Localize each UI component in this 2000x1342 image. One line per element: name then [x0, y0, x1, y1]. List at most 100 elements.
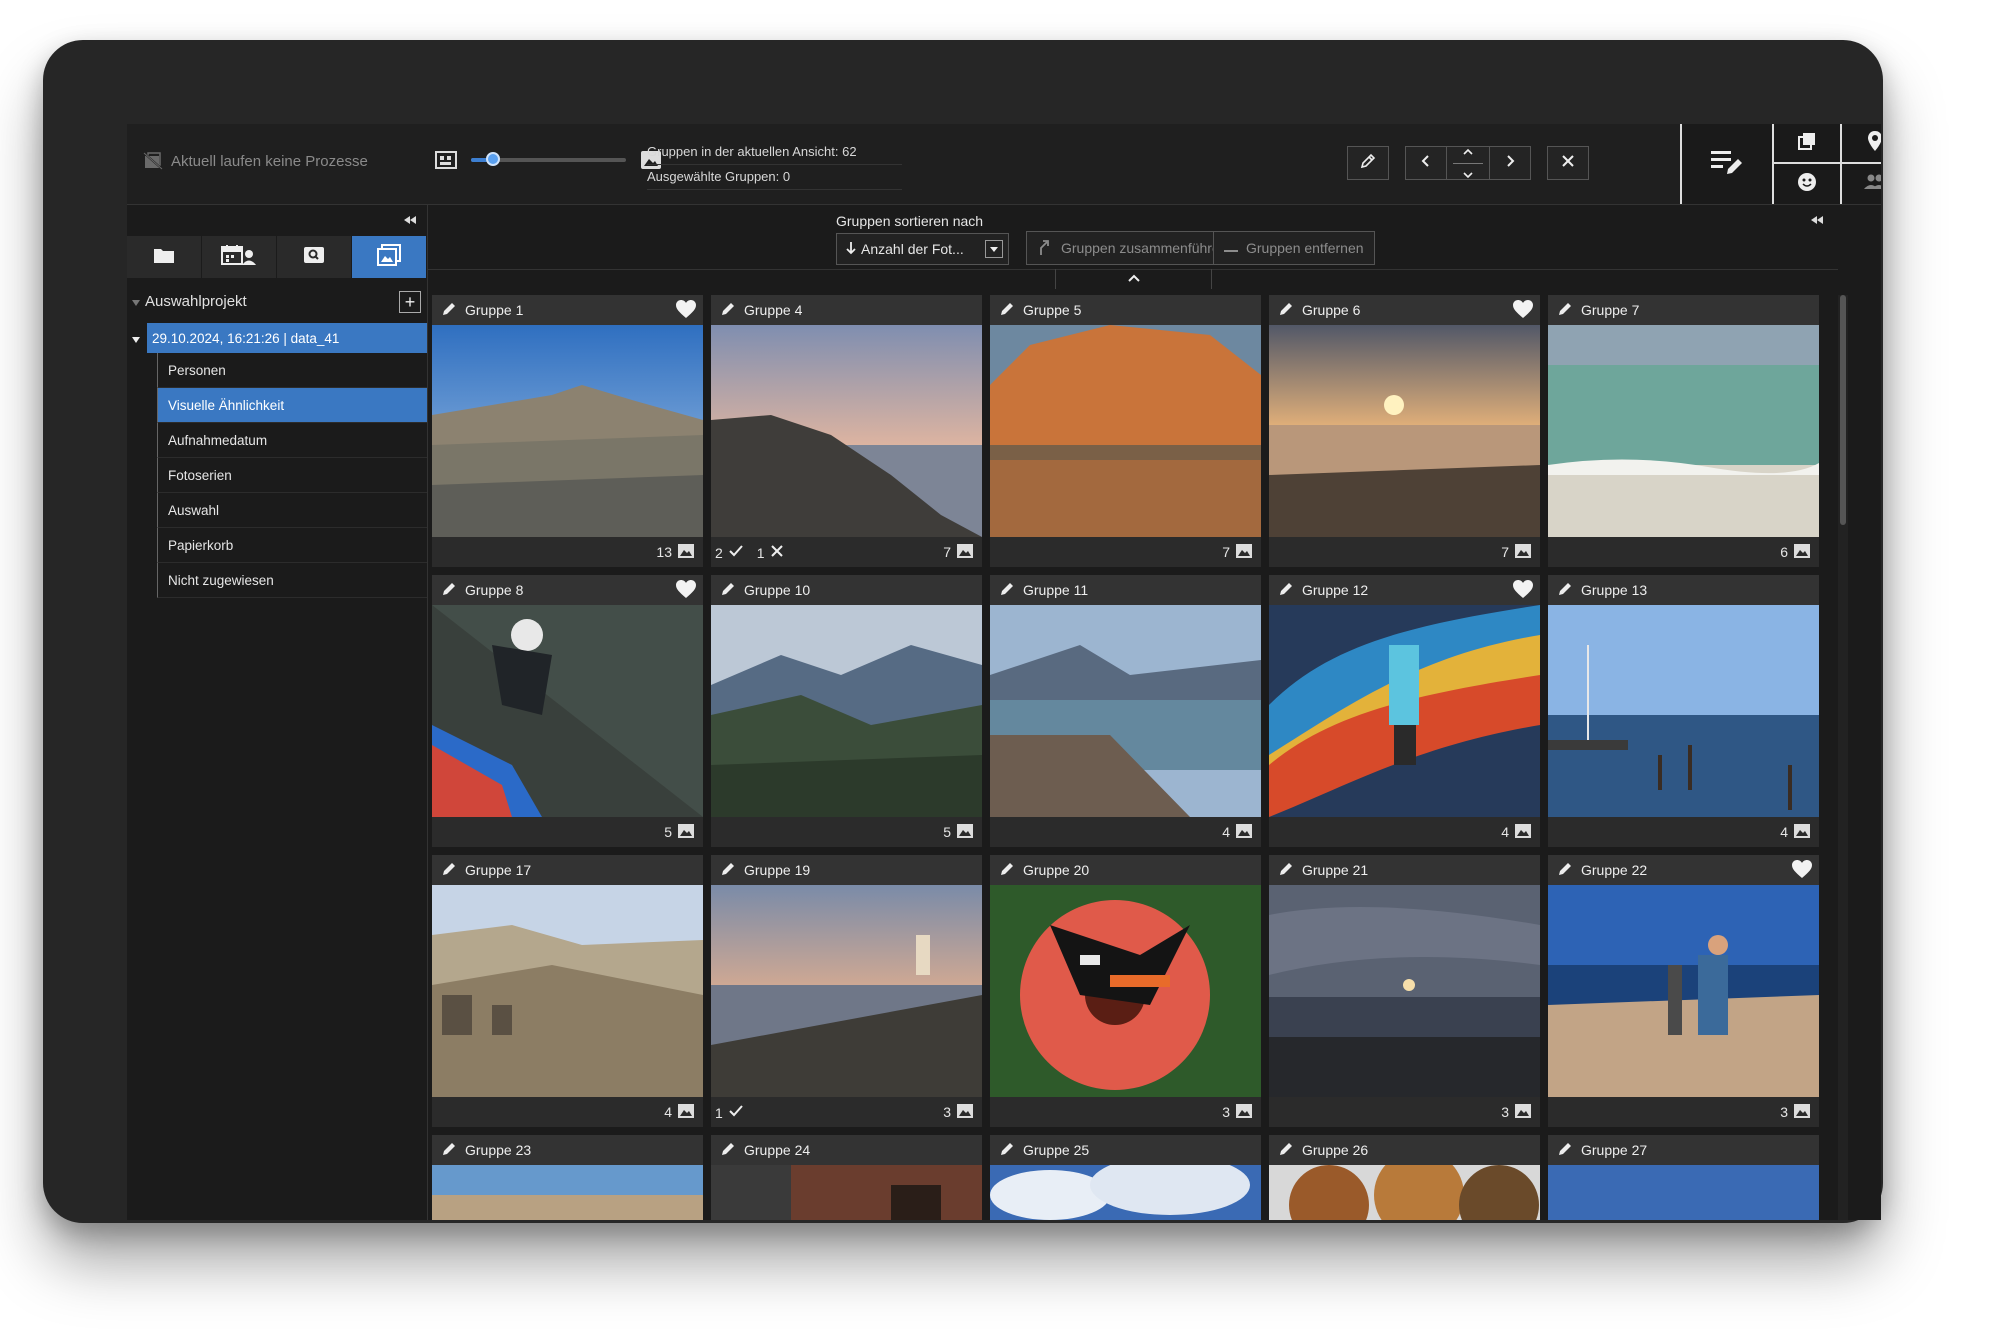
tab-search[interactable] [277, 236, 352, 278]
zoom-slider-track[interactable] [471, 152, 626, 166]
group-tile[interactable]: Gruppe 8 5 [432, 575, 703, 847]
up-down-button[interactable] [1446, 146, 1490, 180]
group-tile[interactable]: Gruppe 1 13 [432, 295, 703, 567]
people-tool[interactable] [1842, 164, 1881, 204]
sidebar-item-3[interactable]: Fotoserien [157, 458, 427, 493]
copy-tool[interactable] [1774, 124, 1842, 164]
group-cover-photo[interactable] [1269, 1165, 1540, 1220]
group-tile[interactable]: Gruppe 11 4 [990, 575, 1261, 847]
group-cover-photo[interactable] [432, 325, 703, 537]
favorite-heart-icon[interactable] [675, 579, 697, 602]
pencil-icon[interactable] [999, 861, 1015, 880]
group-tile[interactable]: Gruppe 5 7 [990, 295, 1261, 567]
pencil-icon[interactable] [1278, 861, 1294, 880]
favorite-heart-icon[interactable] [1512, 579, 1534, 602]
group-cover-photo[interactable] [990, 325, 1261, 537]
group-cover-photo[interactable] [1548, 1165, 1819, 1220]
pencil-icon[interactable] [1278, 301, 1294, 320]
pencil-icon[interactable] [1278, 581, 1294, 600]
group-cover-photo[interactable] [990, 885, 1261, 1097]
edit-button[interactable] [1347, 146, 1389, 180]
pencil-icon[interactable] [1557, 581, 1573, 600]
favorite-heart-icon[interactable] [1512, 299, 1534, 322]
pencil-icon[interactable] [720, 581, 736, 600]
pencil-icon[interactable] [441, 1141, 457, 1160]
sidebar-item-5[interactable]: Papierkorb [157, 528, 427, 563]
group-tile[interactable]: Gruppe 20 3 [990, 855, 1261, 1127]
pencil-icon[interactable] [720, 1141, 736, 1160]
small-thumbnails-icon[interactable] [435, 150, 457, 170]
group-cover-photo[interactable] [711, 1165, 982, 1220]
tab-folders[interactable] [127, 236, 202, 278]
pencil-icon[interactable] [999, 301, 1015, 320]
group-tile[interactable]: Gruppe 27 [1548, 1135, 1819, 1220]
thumbnail-size-slider[interactable] [435, 150, 662, 170]
merge-groups-button[interactable]: Gruppen zusammenführen [1026, 231, 1239, 265]
scroll-up-button[interactable] [1055, 269, 1212, 289]
project-row[interactable]: Auswahlprojekt + [127, 291, 427, 317]
close-view-button[interactable] [1547, 146, 1589, 180]
group-cover-photo[interactable] [990, 605, 1261, 817]
pencil-icon[interactable] [999, 581, 1015, 600]
favorite-heart-icon[interactable] [675, 299, 697, 322]
group-cover-photo[interactable] [1269, 885, 1540, 1097]
pencil-icon[interactable] [441, 861, 457, 880]
add-project-button[interactable]: + [399, 291, 421, 313]
group-cover-photo[interactable] [432, 605, 703, 817]
favorite-heart-icon[interactable] [1791, 859, 1813, 882]
tab-gallery[interactable] [352, 236, 427, 278]
pencil-icon[interactable] [441, 301, 457, 320]
collapse-right-panel-icon[interactable] [1810, 213, 1824, 228]
grid-scrollbar[interactable] [1838, 295, 1848, 1220]
dataset-expand-icon[interactable] [131, 332, 141, 347]
remove-groups-button[interactable]: Gruppen entfernen [1213, 231, 1375, 265]
group-tile[interactable]: Gruppe 4217 [711, 295, 982, 567]
face-tool[interactable] [1774, 164, 1842, 204]
group-tile[interactable]: Gruppe 17 4 [432, 855, 703, 1127]
group-cover-photo[interactable] [1548, 325, 1819, 537]
sort-select[interactable]: Anzahl der Fot... [836, 233, 1009, 265]
group-tile[interactable]: Gruppe 23 [432, 1135, 703, 1220]
pencil-icon[interactable] [1557, 861, 1573, 880]
pencil-icon[interactable] [1278, 1141, 1294, 1160]
group-tile[interactable]: Gruppe 25 [990, 1135, 1261, 1220]
location-tool[interactable] [1842, 124, 1881, 164]
group-tile[interactable]: Gruppe 6 7 [1269, 295, 1540, 567]
scrollbar-thumb[interactable] [1840, 295, 1846, 525]
group-cover-photo[interactable] [1269, 325, 1540, 537]
sidebar-item-6[interactable]: Nicht zugewiesen [157, 563, 427, 598]
group-tile[interactable]: Gruppe 12 4 [1269, 575, 1540, 847]
group-cover-photo[interactable] [1548, 885, 1819, 1097]
previous-button[interactable] [1405, 146, 1447, 180]
sidebar-item-1[interactable]: Visuelle Ähnlichkeit [157, 388, 427, 423]
group-cover-photo[interactable] [990, 1165, 1261, 1220]
group-tile[interactable]: Gruppe 10 5 [711, 575, 982, 847]
collapse-sidebar-icon[interactable] [403, 213, 417, 228]
group-tile[interactable]: Gruppe 13 4 [1548, 575, 1819, 847]
group-cover-photo[interactable] [711, 605, 982, 817]
group-cover-photo[interactable] [432, 1165, 703, 1220]
next-button[interactable] [1489, 146, 1531, 180]
group-cover-photo[interactable] [1269, 605, 1540, 817]
pencil-icon[interactable] [720, 301, 736, 320]
group-tile[interactable]: Gruppe 19 1 3 [711, 855, 982, 1127]
sidebar-item-0[interactable]: Personen [157, 353, 427, 388]
group-tile[interactable]: Gruppe 7 6 [1548, 295, 1819, 567]
group-tile[interactable]: Gruppe 22 3 [1548, 855, 1819, 1127]
tab-calendar-people[interactable] [202, 236, 277, 278]
pencil-icon[interactable] [720, 861, 736, 880]
group-cover-photo[interactable] [711, 325, 982, 537]
group-cover-photo[interactable] [432, 885, 703, 1097]
zoom-slider-handle[interactable] [485, 152, 500, 166]
pencil-icon[interactable] [1557, 301, 1573, 320]
pencil-icon[interactable] [441, 581, 457, 600]
dataset-row[interactable]: 29.10.2024, 16:21:26 | data_41 [132, 323, 427, 353]
group-tile[interactable]: Gruppe 24 [711, 1135, 982, 1220]
sort-direction-icon[interactable] [845, 241, 857, 258]
pencil-icon[interactable] [1557, 1141, 1573, 1160]
group-tile[interactable]: Gruppe 26 [1269, 1135, 1540, 1220]
sidebar-item-2[interactable]: Aufnahmedatum [157, 423, 427, 458]
group-cover-photo[interactable] [1548, 605, 1819, 817]
project-expand-icon[interactable] [131, 294, 141, 311]
group-tile[interactable]: Gruppe 21 3 [1269, 855, 1540, 1127]
